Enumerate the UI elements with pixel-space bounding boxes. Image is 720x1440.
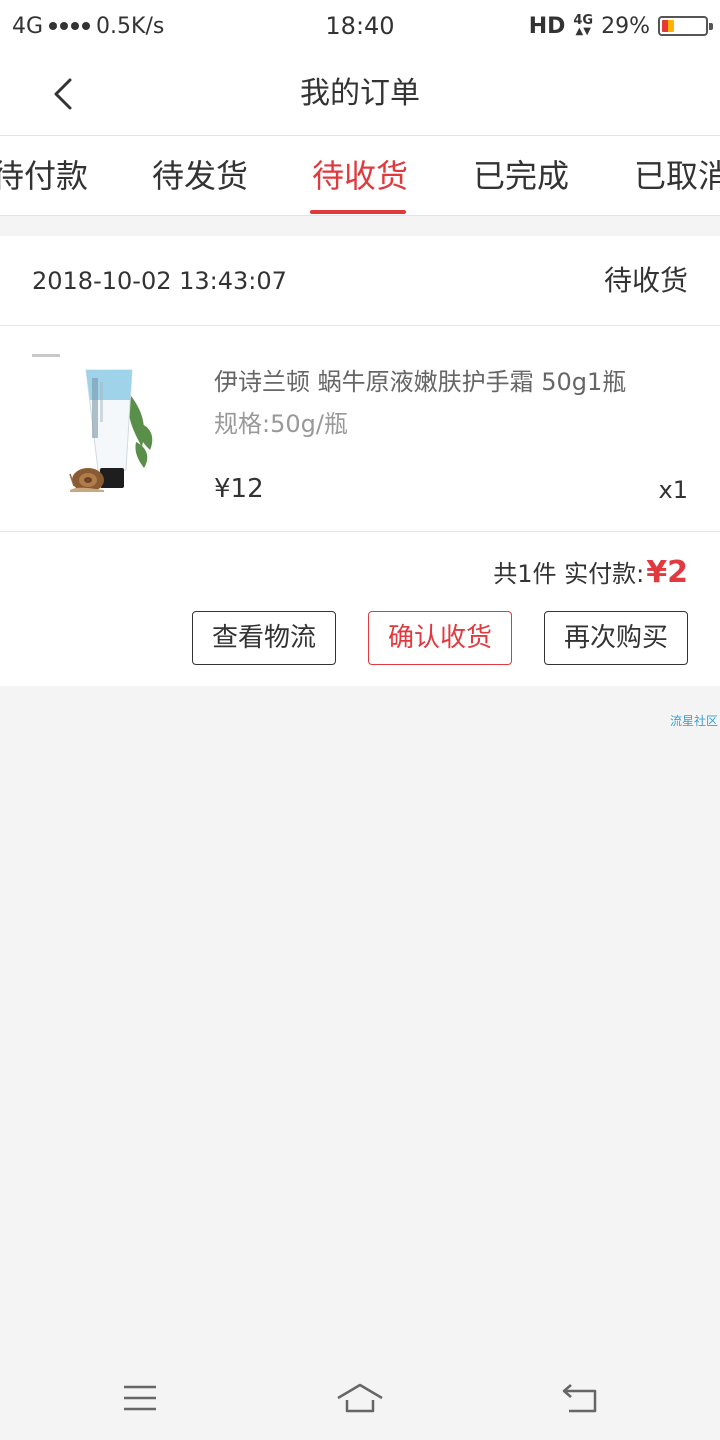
tab-cancelled[interactable]: 已取消 [634, 136, 720, 215]
battery-percent: 29% [601, 13, 650, 39]
tab-pending-receipt[interactable]: 待收货 [312, 136, 408, 215]
order-item[interactable]: 伊诗兰顿 蜗牛原液嫩肤护手霜 50g1瓶 规格:50g/瓶 ¥12 x1 [0, 326, 720, 532]
order-status: 待收货 [603, 264, 688, 297]
tab-completed[interactable]: 已完成 [473, 136, 569, 215]
tab-pending-payment[interactable]: 待付款 [0, 136, 88, 215]
product-spec: 规格:50g/瓶 [214, 410, 348, 438]
network-4g-icon: 4G ▲▼ [573, 13, 594, 37]
status-bar: 4G 0.5K/s 18:40 HD 4G ▲▼ 29% [0, 0, 720, 52]
order-total: ¥2 [646, 555, 688, 590]
product-quantity: x1 [658, 476, 688, 504]
view-logistics-button[interactable]: 查看物流 [192, 611, 336, 665]
confirm-receipt-button[interactable]: 确认收货 [368, 611, 512, 665]
network-type: 4G [12, 13, 44, 39]
order-summary: 共1件 实付款: ¥2 [493, 554, 688, 590]
menu-icon [124, 1385, 156, 1411]
back-key[interactable] [550, 1378, 610, 1418]
home-icon [337, 1383, 383, 1413]
home-key[interactable] [330, 1378, 390, 1418]
order-header: 2018-10-02 13:43:07 待收货 [0, 236, 720, 326]
product-price: ¥12 [214, 474, 264, 504]
tab-pending-shipment[interactable]: 待发货 [152, 136, 248, 215]
menu-key[interactable] [110, 1378, 170, 1418]
order-tabs: 待付款 待发货 待收货 已完成 已取消 [0, 136, 720, 216]
watermark: 流星社区 [669, 714, 718, 728]
product-name: 伊诗兰顿 蜗牛原液嫩肤护手霜 50g1瓶 [214, 368, 627, 396]
return-icon [562, 1384, 597, 1413]
system-nav-bar [0, 1360, 720, 1440]
buy-again-button[interactable]: 再次购买 [544, 611, 688, 665]
screen: 4G 0.5K/s 18:40 HD 4G ▲▼ 29% 我的订单 待付款 待发… [0, 0, 720, 1440]
page-title: 我的订单 [300, 76, 420, 111]
active-tab-indicator [310, 210, 406, 214]
status-right: HD 4G ▲▼ 29% [528, 13, 713, 39]
status-left: 4G 0.5K/s [12, 14, 164, 39]
product-image [32, 354, 153, 492]
network-speed: 0.5K/s [96, 13, 165, 39]
battery-icon [658, 16, 713, 36]
hd-indicator: HD [528, 13, 566, 39]
signal-icon [49, 22, 91, 30]
order-card[interactable]: 2018-10-02 13:43:07 待收货 伊诗兰顿 蜗牛原液嫩肤护手霜 5… [0, 236, 720, 686]
order-time: 2018-10-02 13:43:07 [32, 267, 287, 295]
nav-bar: 我的订单 [0, 52, 720, 136]
summary-label: 共1件 实付款: [493, 560, 645, 588]
